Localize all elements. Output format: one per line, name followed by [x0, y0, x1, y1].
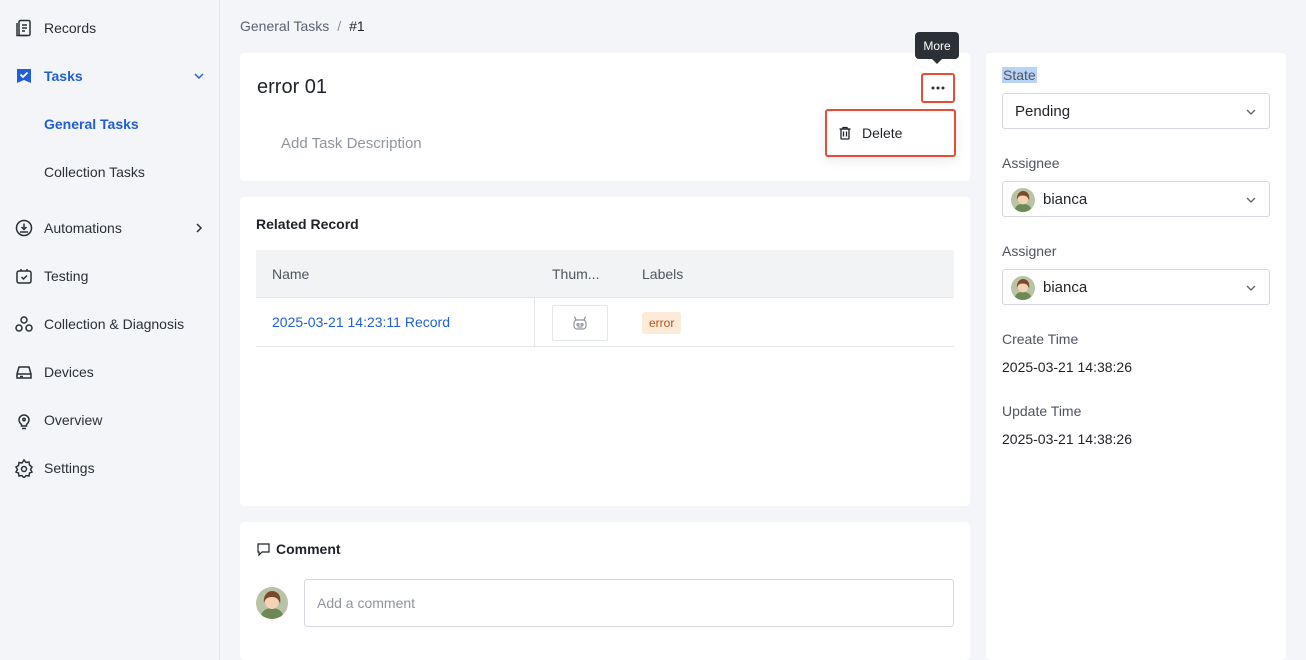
diagnosis-icon	[13, 313, 35, 335]
related-record-title: Related Record	[256, 216, 359, 232]
devices-icon	[13, 361, 35, 383]
testing-icon	[13, 265, 35, 287]
delete-label: Delete	[862, 125, 903, 141]
sidebar-item-settings[interactable]: Settings	[0, 448, 219, 488]
task-description-input[interactable]: Add Task Description	[281, 135, 422, 152]
sidebar-subitem-general-tasks[interactable]: General Tasks	[0, 104, 219, 144]
sidebar-item-label: Devices	[44, 364, 94, 380]
table-row[interactable]: 2025-03-21 14:23:11 Record error	[256, 298, 954, 347]
related-record-table: Name Thum... Labels 2025-03-21 14:23:11 …	[256, 250, 954, 347]
comment-card: Comment	[240, 522, 970, 660]
chevron-right-icon	[193, 222, 205, 234]
state-value: Pending	[1015, 103, 1071, 120]
comment-header: Comment	[256, 541, 341, 557]
chevron-down-icon	[193, 70, 205, 82]
column-divider	[534, 298, 535, 346]
table-header: Name Thum... Labels	[256, 250, 954, 298]
avatar	[1011, 276, 1035, 300]
sidebar-subitem-collection-tasks[interactable]: Collection Tasks	[0, 152, 219, 192]
sidebar-item-label: Settings	[44, 460, 95, 476]
avatar	[1011, 188, 1035, 212]
sidebar-subitem-label: General Tasks	[44, 116, 139, 132]
sidebar-subitem-label: Collection Tasks	[44, 164, 145, 180]
breadcrumb-current: #1	[349, 18, 365, 34]
sidebar-item-devices[interactable]: Devices	[0, 352, 219, 392]
breadcrumb: General Tasks / #1	[240, 18, 365, 34]
column-header-labels: Labels	[642, 265, 684, 282]
record-thumbnail[interactable]	[552, 305, 608, 341]
robot-icon	[573, 316, 587, 330]
chevron-down-icon	[1246, 197, 1256, 203]
sidebar-item-label: Testing	[44, 268, 89, 284]
automations-icon	[13, 217, 35, 239]
comment-input[interactable]	[304, 579, 954, 627]
trash-icon	[839, 126, 851, 140]
sidebar-item-testing[interactable]: Testing	[0, 256, 219, 296]
sidebar-item-label: Automations	[44, 220, 122, 236]
update-time-label: Update Time	[1002, 403, 1082, 419]
assigner-select[interactable]: bianca	[1002, 269, 1270, 305]
create-time-label: Create Time	[1002, 331, 1079, 347]
more-menu: Delete	[825, 109, 956, 157]
more-tooltip: More	[915, 32, 959, 64]
related-record-card: Related Record Name Thum... Labels 2025-…	[240, 197, 970, 506]
task-details-panel: State Pending Assignee bianca Assigner b…	[986, 53, 1286, 660]
update-time-value: 2025-03-21 14:38:26	[1002, 431, 1132, 447]
record-link[interactable]: 2025-03-21 14:23:11 Record	[272, 314, 450, 330]
chevron-down-icon	[1246, 285, 1256, 291]
sidebar-item-overview[interactable]: Overview	[0, 400, 219, 440]
task-title[interactable]: error 01	[257, 76, 327, 99]
state-label: State	[1002, 67, 1037, 83]
comment-title: Comment	[276, 541, 341, 557]
state-select[interactable]: Pending	[1002, 93, 1270, 129]
avatar	[256, 587, 288, 619]
column-header-name: Name	[272, 265, 310, 282]
sidebar-item-label: Tasks	[44, 68, 83, 84]
status-badge: error	[642, 312, 682, 334]
sidebar-item-tasks[interactable]: Tasks	[0, 56, 219, 96]
chevron-down-icon	[1246, 109, 1256, 115]
assigner-label: Assigner	[1002, 243, 1057, 259]
sidebar: Records Tasks General Tasks Collection T…	[0, 0, 220, 660]
ellipsis-icon	[931, 86, 945, 90]
sidebar-item-automations[interactable]: Automations	[0, 208, 219, 248]
overview-icon	[13, 409, 35, 431]
breadcrumb-separator: /	[337, 18, 342, 34]
tasks-icon	[13, 65, 35, 87]
sidebar-item-label: Collection & Diagnosis	[44, 316, 185, 332]
create-time-value: 2025-03-21 14:38:26	[1002, 359, 1132, 375]
records-icon	[13, 17, 35, 39]
settings-icon	[13, 457, 35, 479]
assignee-label: Assignee	[1002, 155, 1060, 171]
breadcrumb-parent-link[interactable]: General Tasks	[240, 18, 329, 34]
sidebar-item-label: Records	[44, 20, 97, 36]
sidebar-item-records[interactable]: Records	[0, 8, 219, 48]
delete-menu-item[interactable]: Delete	[837, 121, 902, 145]
assignee-select[interactable]: bianca	[1002, 181, 1270, 217]
assigner-value: bianca	[1043, 279, 1088, 296]
more-button[interactable]	[921, 73, 955, 103]
sidebar-item-label: Overview	[44, 412, 103, 428]
sidebar-item-collection-diagnosis[interactable]: Collection & Diagnosis	[0, 304, 219, 344]
assignee-value: bianca	[1043, 191, 1088, 208]
comment-icon	[257, 542, 270, 556]
column-header-thumbnail: Thum...	[552, 265, 600, 282]
